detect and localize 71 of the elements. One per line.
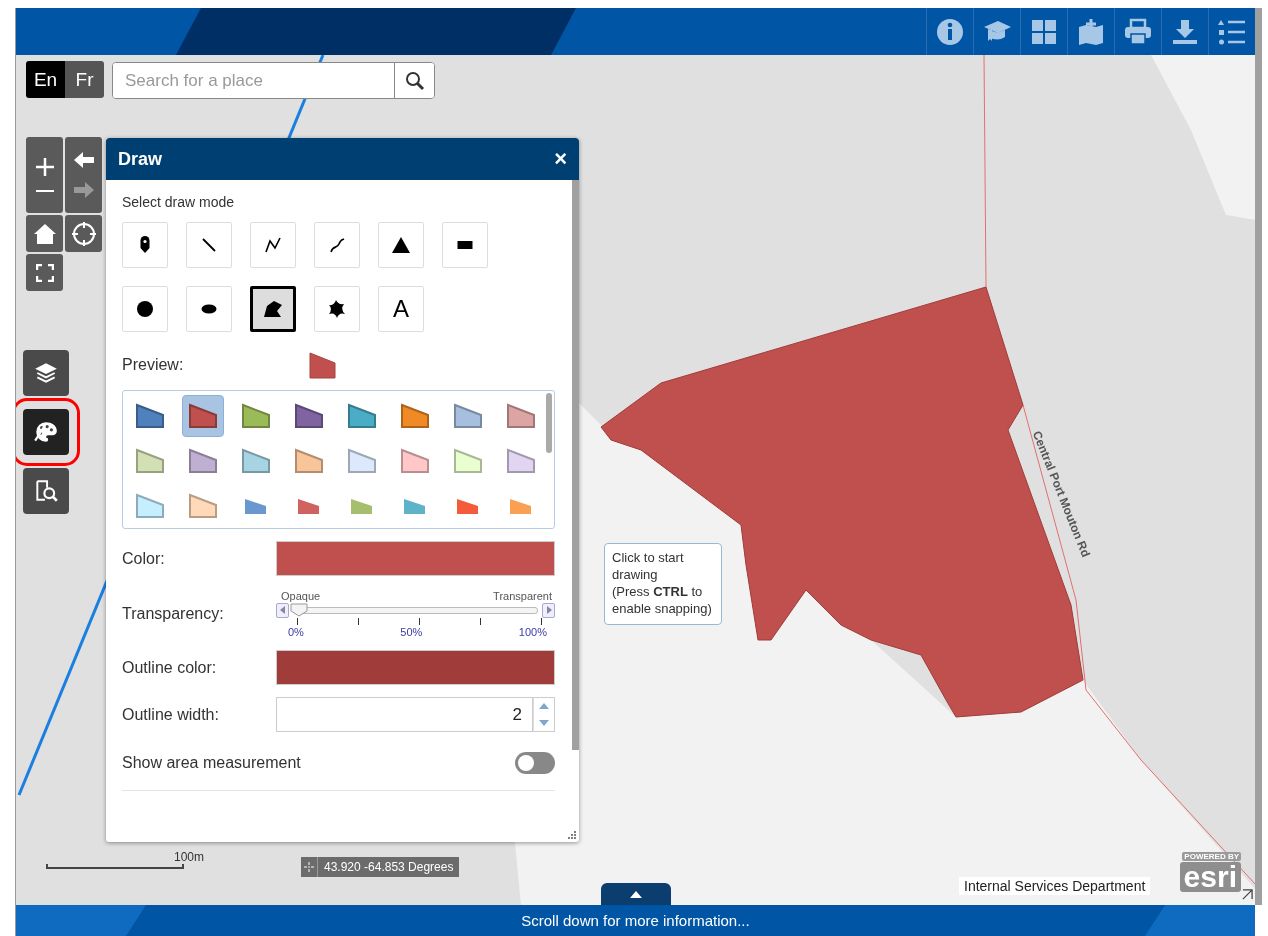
area-measurement-toggle[interactable]: [515, 752, 555, 774]
gallery-scrollbar[interactable]: [546, 393, 552, 453]
logo-caption: POWERED BY: [1182, 852, 1241, 861]
caret-up-icon: [539, 703, 549, 710]
info-icon: [935, 16, 965, 47]
search-icon: [404, 70, 425, 91]
tick-label: 50%: [400, 626, 423, 638]
minus-icon: [34, 189, 55, 193]
outline-color-swatch[interactable]: [276, 650, 555, 685]
map-canvas[interactable]: [16, 55, 1255, 905]
draw-mode-button[interactable]: [250, 286, 296, 332]
map-plus-icon: [1076, 16, 1106, 47]
history-button[interactable]: [65, 137, 102, 213]
search-button[interactable]: [394, 63, 434, 98]
crosshair-icon: [304, 862, 314, 872]
home-icon: [32, 222, 57, 245]
outline-width-label: Outline width:: [122, 705, 220, 724]
caret-down-icon: [539, 719, 549, 726]
transparency-label: Transparency:: [122, 605, 225, 623]
document-search-button[interactable]: [23, 468, 69, 514]
symbol-swatch[interactable]: [181, 394, 224, 437]
page-scrollbar[interactable]: [1255, 8, 1262, 905]
slider-max-label: Transparent: [493, 590, 552, 602]
zoom-button[interactable]: [26, 137, 63, 213]
fullscreen-button[interactable]: [26, 254, 63, 291]
color-label: Color:: [122, 549, 166, 568]
expand-tab[interactable]: [601, 883, 671, 905]
tick-label: 100%: [518, 626, 547, 638]
layers-icon: [33, 360, 59, 386]
arrow-left-icon: [72, 151, 95, 169]
plus-icon: [34, 157, 55, 177]
palette-icon: [33, 419, 59, 445]
coordinates-text: 43.920 -64.853 Degrees: [323, 859, 455, 876]
slider-right-button[interactable]: [542, 602, 555, 618]
transparency-slider[interactable]: [293, 606, 538, 614]
crosshair-icon: [70, 220, 97, 247]
layers-button[interactable]: [23, 350, 69, 396]
panel-title: Draw: [118, 148, 162, 170]
logo-wordmark: esri: [1179, 862, 1241, 892]
draw-mode-button[interactable]: A: [378, 286, 424, 332]
resize-grip-icon[interactable]: [567, 830, 577, 840]
fill-color-swatch[interactable]: [276, 541, 555, 576]
palette-button[interactable]: [23, 409, 69, 455]
slider-left-button[interactable]: [276, 602, 289, 618]
footer-text[interactable]: Scroll down for more information...: [521, 912, 750, 929]
arrow-right-icon: [72, 181, 95, 199]
language-button[interactable]: En: [26, 61, 65, 98]
panel-scrollbar[interactable]: [572, 180, 579, 750]
area-measurement-label: Show area measurement: [122, 754, 301, 772]
caret-up-icon: [630, 890, 642, 898]
search-field[interactable]: Search for a place: [112, 62, 435, 99]
draw-mode-label: Select draw mode: [122, 194, 236, 210]
document-search-icon: [33, 478, 59, 504]
fullscreen-icon: [35, 263, 54, 282]
slider-min-label: Opaque: [281, 590, 321, 602]
slider-thumb[interactable]: [290, 602, 308, 617]
tick-label: 0%: [288, 626, 304, 638]
caret-right-icon: [545, 606, 552, 614]
printer-icon: [1123, 16, 1153, 47]
language-button[interactable]: Fr: [65, 61, 104, 98]
locate-button[interactable]: [65, 215, 102, 252]
outline-color-label: Outline color:: [122, 658, 218, 677]
caret-left-icon: [279, 606, 286, 614]
outline-width-field[interactable]: 2: [276, 697, 533, 732]
attribution-text: Internal Services Department: [959, 877, 1151, 895]
home-button[interactable]: [26, 215, 63, 252]
preview-label: Preview:: [122, 356, 185, 374]
cursor-arrow-icon: [1242, 889, 1253, 900]
close-button[interactable]: ×: [554, 146, 567, 172]
scale-label: 100m: [174, 850, 205, 864]
drawing-tooltip: Click to start drawing (Press CTRL to enable snapping): [604, 543, 722, 625]
